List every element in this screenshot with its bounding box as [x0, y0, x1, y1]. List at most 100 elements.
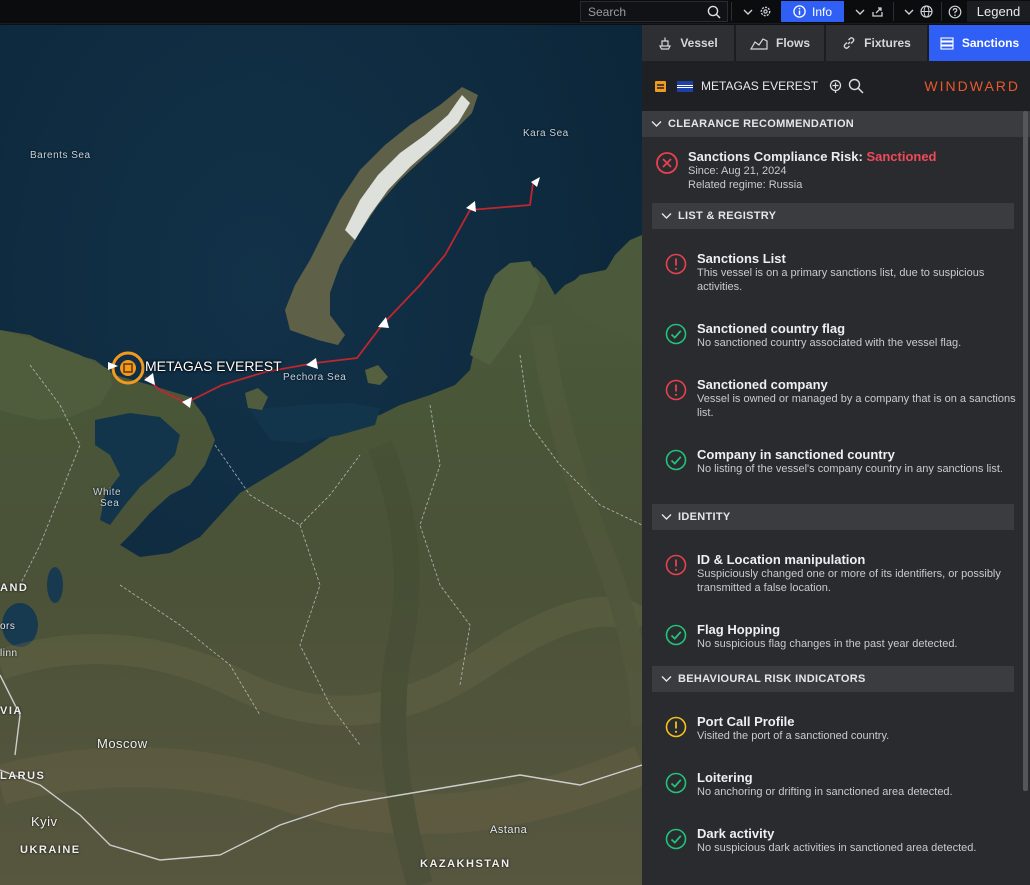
list-item[interactable]: Company in sanctioned country No listing… [642, 447, 1030, 504]
zoom-icon[interactable] [848, 78, 864, 94]
item-title: Flag Hopping [697, 622, 781, 637]
item-desc: Suspiciously changed one or more of its … [697, 568, 1001, 594]
identity-header[interactable]: IDENTITY [652, 504, 1014, 530]
info-label: Info [811, 4, 832, 19]
list-icon [940, 36, 954, 50]
list-item[interactable]: Sanctions List This vessel is on a prima… [642, 251, 1030, 321]
map-label-belarus-partial: LARUS [0, 770, 46, 782]
tab-vessel[interactable]: Vessel [642, 25, 736, 61]
gear-icon [760, 6, 770, 17]
tab-flows[interactable]: Flows [736, 25, 826, 61]
ship-icon [659, 37, 672, 50]
divider [893, 2, 894, 21]
sanctions-panel: Vessel Flows Fixtures Sanctions METAGAS … [642, 25, 1030, 885]
item-desc: No suspicious flag changes in the past y… [697, 638, 958, 650]
risk-status: Sanctioned [866, 149, 937, 164]
map-canvas[interactable] [0, 25, 642, 885]
legend-label: Legend [976, 4, 1021, 19]
map-label-finland-partial: AND [0, 582, 29, 594]
app-root: Info Legend [0, 0, 1030, 885]
alert-circle-icon [665, 554, 687, 576]
risk-regime: Related regime: Russia [688, 179, 803, 191]
legend-button[interactable]: Legend [967, 1, 1030, 22]
windward-logo: WINDWARD [924, 78, 1020, 94]
panel-scrollbar[interactable] [1023, 111, 1028, 791]
layers-dropdown[interactable] [896, 1, 940, 22]
vessel-name: METAGAS EVEREST [701, 79, 819, 93]
error-circle-icon [656, 152, 678, 174]
map-label-ukraine: UKRAINE [20, 844, 81, 856]
map-view[interactable]: Barents Sea Kara Sea Pechora Sea White S… [0, 25, 642, 885]
chevron-down-icon [651, 121, 662, 127]
behavioural-header-label: BEHAVIOURAL RISK INDICATORS [678, 673, 866, 685]
risk-title: Sanctions Compliance Risk: Sanctioned [688, 149, 1030, 164]
map-label-pechora-sea: Pechora Sea [283, 372, 347, 383]
tab-sanctions[interactable]: Sanctions [929, 25, 1030, 61]
vessel-map-label[interactable]: METAGAS EVEREST [145, 358, 282, 374]
item-desc: No suspicious dark activities in sanctio… [697, 842, 977, 854]
map-label-latvia-partial: VIA [0, 705, 23, 717]
map-label-white-sea-line2: Sea [100, 498, 120, 509]
chevron-down-icon [661, 213, 672, 219]
compliance-risk: Sanctions Compliance Risk: Sanctioned Si… [642, 137, 1030, 203]
chevron-down-icon [661, 676, 672, 682]
list-item[interactable]: Sanctioned country flag No sanctioned co… [642, 321, 1030, 377]
list-registry-header-label: LIST & REGISTRY [678, 210, 777, 222]
share-icon [871, 7, 883, 17]
vessel-header: METAGAS EVEREST WINDWARD [642, 61, 1030, 111]
chart-icon [749, 38, 768, 50]
map-label-moscow: Moscow [97, 736, 148, 751]
chevron-down-icon [855, 9, 864, 15]
flag-icon [677, 80, 693, 92]
item-title: Dark activity [697, 826, 775, 841]
list-item[interactable]: Loitering No anchoring or drifting in sa… [642, 770, 1030, 826]
help-button[interactable] [944, 1, 966, 22]
list-item[interactable]: Port Call Profile Visited the port of a … [642, 714, 1030, 770]
alert-circle-icon [665, 253, 687, 275]
check-circle-icon [665, 449, 687, 471]
globe-icon [919, 5, 933, 18]
clearance-header[interactable]: CLEARANCE RECOMMENDATION [642, 111, 1030, 137]
link-icon [843, 37, 855, 49]
tab-fixtures[interactable]: Fixtures [826, 25, 929, 61]
item-desc: Vessel is owned or managed by a company … [697, 393, 1016, 419]
share-dropdown[interactable] [846, 1, 892, 22]
search-input[interactable] [581, 2, 701, 21]
list-item[interactable]: Dark activity No suspicious dark activit… [642, 826, 1030, 870]
item-title: Sanctioned company [697, 377, 828, 392]
check-circle-icon [665, 828, 687, 850]
divider [941, 2, 942, 21]
info-button[interactable]: Info [781, 1, 844, 22]
chevron-down-icon [661, 514, 672, 520]
search-box[interactable] [580, 1, 728, 22]
item-title: Sanctioned country flag [697, 321, 846, 336]
list-item[interactable]: Flag Hopping No suspicious flag changes … [642, 622, 1030, 666]
risk-title-text: Sanctions Compliance Risk: [688, 149, 867, 164]
map-label-partial-2: linn [0, 648, 18, 659]
map-label-white-sea-line1: White [93, 487, 122, 498]
risk-since: Since: Aug 21, 2024 [688, 165, 787, 177]
alert-circle-icon [665, 379, 687, 401]
search-icon[interactable] [707, 5, 721, 19]
warning-circle-icon [665, 716, 687, 738]
behavioural-header[interactable]: BEHAVIOURAL RISK INDICATORS [652, 666, 1014, 692]
list-item[interactable]: ID & Location manipulation Suspiciously … [642, 552, 1030, 622]
map-label-astana: Astana [490, 824, 528, 836]
check-circle-icon [665, 624, 687, 646]
identity-header-label: IDENTITY [678, 511, 731, 523]
locate-vessel-icon[interactable] [828, 79, 843, 94]
settings-dropdown[interactable] [735, 1, 779, 22]
item-title: Port Call Profile [697, 714, 795, 729]
tab-vessel-label: Vessel [680, 36, 718, 50]
panel-tabs: Vessel Flows Fixtures Sanctions [642, 25, 1030, 61]
item-title: ID & Location manipulation [697, 552, 866, 567]
top-bar: Info Legend [0, 0, 1030, 24]
tab-sanctions-label: Sanctions [961, 36, 1020, 50]
map-label-barents-sea: Barents Sea [30, 150, 91, 161]
list-registry-header[interactable]: LIST & REGISTRY [652, 203, 1014, 229]
item-desc: Visited the port of a sanctioned country… [697, 730, 890, 742]
map-label-partial-1: ors [0, 621, 16, 632]
lake-onega [47, 567, 63, 603]
list-item[interactable]: Sanctioned company Vessel is owned or ma… [642, 377, 1030, 447]
clearance-header-label: CLEARANCE RECOMMENDATION [668, 118, 855, 130]
